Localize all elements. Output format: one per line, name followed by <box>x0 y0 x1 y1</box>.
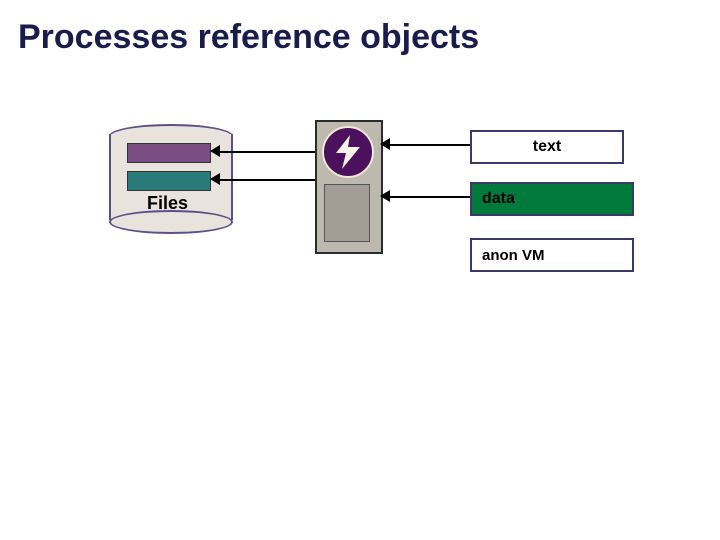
segment-anon-vm: anon VM <box>470 238 634 272</box>
files-label: Files <box>147 193 188 214</box>
arrow-head-file-1 <box>210 145 220 157</box>
segment-text-label: text <box>533 138 561 156</box>
arrow-from-text <box>389 144 470 146</box>
diagram-title: Processes reference objects <box>18 18 479 57</box>
arrow-head-text <box>380 138 390 150</box>
arrow-head-file-2 <box>210 173 220 185</box>
segment-data-label: data <box>482 190 515 208</box>
bolt-icon <box>322 126 374 178</box>
arrow-from-data <box>389 196 470 198</box>
file-box-2 <box>127 171 211 191</box>
segment-anon-label: anon VM <box>482 247 545 264</box>
arrow-to-file-1 <box>219 151 315 153</box>
segment-data: data <box>470 182 634 216</box>
file-box-1 <box>127 143 211 163</box>
segment-text: text <box>470 130 624 164</box>
diagram-stage: Processes reference objects Files text d… <box>0 0 720 540</box>
arrow-head-data <box>380 190 390 202</box>
arrow-to-file-2 <box>219 179 315 181</box>
processor-inner <box>324 184 370 242</box>
bolt-glyph <box>334 135 362 169</box>
